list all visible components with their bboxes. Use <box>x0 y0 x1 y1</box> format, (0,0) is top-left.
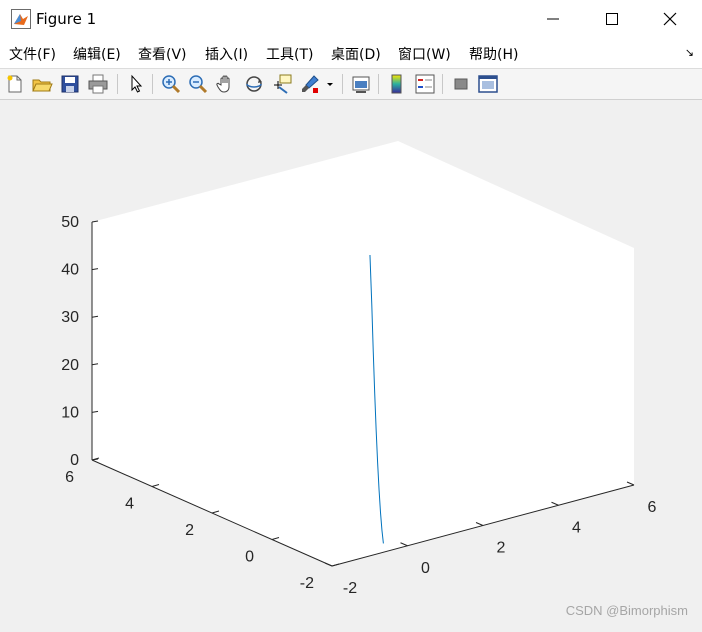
z-tick-label: 20 <box>61 357 79 374</box>
menu-help[interactable]: 帮助(H) <box>469 44 518 64</box>
select-arrow-icon[interactable] <box>125 73 147 95</box>
toolbar-separator <box>378 74 379 94</box>
data-cursor-icon[interactable] <box>271 73 293 95</box>
x-tick-label: 2 <box>497 540 506 557</box>
figure-canvas[interactable]: 0 10 20 30 40 50 -2 0 2 4 6 -2 0 2 4 6 CSDN @Bimorphism <box>0 100 702 628</box>
y-tick-label: 0 <box>245 549 254 566</box>
minimize-icon <box>547 18 559 20</box>
x-tick-label: 4 <box>572 519 581 536</box>
z-tick-label: 0 <box>70 452 79 469</box>
menu-file[interactable]: 文件(F) <box>9 44 56 64</box>
colorbar-icon[interactable] <box>386 73 408 95</box>
menu-expand-icon[interactable]: ↘ <box>685 46 694 59</box>
menu-tools[interactable]: 工具(T) <box>266 44 313 64</box>
window-title: Figure 1 <box>36 10 97 28</box>
matlab-logo-icon <box>11 9 31 29</box>
z-tick-label: 40 <box>61 262 79 279</box>
menu-desktop[interactable]: 桌面(D) <box>331 44 381 64</box>
brush-dropdown-icon[interactable] <box>325 73 335 95</box>
menu-edit[interactable]: 编辑(E) <box>73 44 121 64</box>
x-tick-label: -2 <box>343 580 357 597</box>
save-icon[interactable] <box>59 73 81 95</box>
rotate-3d-icon[interactable] <box>243 73 265 95</box>
toolbar-separator <box>117 74 118 94</box>
menu-view[interactable]: 查看(V) <box>138 44 187 64</box>
brush-icon[interactable] <box>299 73 321 95</box>
pan-hand-icon[interactable] <box>215 73 237 95</box>
new-figure-icon[interactable] <box>4 73 26 95</box>
z-tick-label: 30 <box>61 309 79 326</box>
axes-3d[interactable]: 0 10 20 30 40 50 -2 0 2 4 6 -2 0 2 4 6 <box>0 100 702 628</box>
menu-window[interactable]: 窗口(W) <box>398 44 451 64</box>
toolbar-separator <box>442 74 443 94</box>
z-tick-label: 10 <box>61 404 79 421</box>
close-icon <box>663 12 677 26</box>
x-tick-label: 0 <box>421 560 430 577</box>
show-plot-tools-icon[interactable] <box>477 73 499 95</box>
menu-bar: 文件(F) 编辑(E) 查看(V) 插入(I) 工具(T) 桌面(D) 窗口(W… <box>0 38 702 69</box>
close-button[interactable] <box>647 0 693 38</box>
open-icon[interactable] <box>31 73 53 95</box>
x-tick-label: 6 <box>648 499 657 516</box>
y-tick-label: -2 <box>300 575 314 592</box>
y-tick-label: 2 <box>185 522 194 539</box>
hide-plot-tools-icon[interactable] <box>450 73 472 95</box>
minimize-button[interactable] <box>530 0 576 38</box>
print-icon[interactable] <box>87 73 109 95</box>
z-tick-label: 50 <box>61 214 79 231</box>
figure-toolbar <box>0 69 702 100</box>
y-tick-label: 4 <box>125 496 134 513</box>
legend-icon[interactable] <box>414 73 436 95</box>
maximize-button[interactable] <box>589 0 635 38</box>
toolbar-separator <box>152 74 153 94</box>
zoom-in-icon[interactable] <box>160 73 182 95</box>
link-plot-icon[interactable] <box>350 73 372 95</box>
menu-insert[interactable]: 插入(I) <box>205 44 248 64</box>
y-tick-label: 6 <box>65 469 74 486</box>
title-bar: Figure 1 <box>0 0 702 38</box>
toolbar-separator <box>342 74 343 94</box>
zoom-out-icon[interactable] <box>187 73 209 95</box>
maximize-icon <box>606 13 618 25</box>
watermark: CSDN @Bimorphism <box>565 603 688 618</box>
